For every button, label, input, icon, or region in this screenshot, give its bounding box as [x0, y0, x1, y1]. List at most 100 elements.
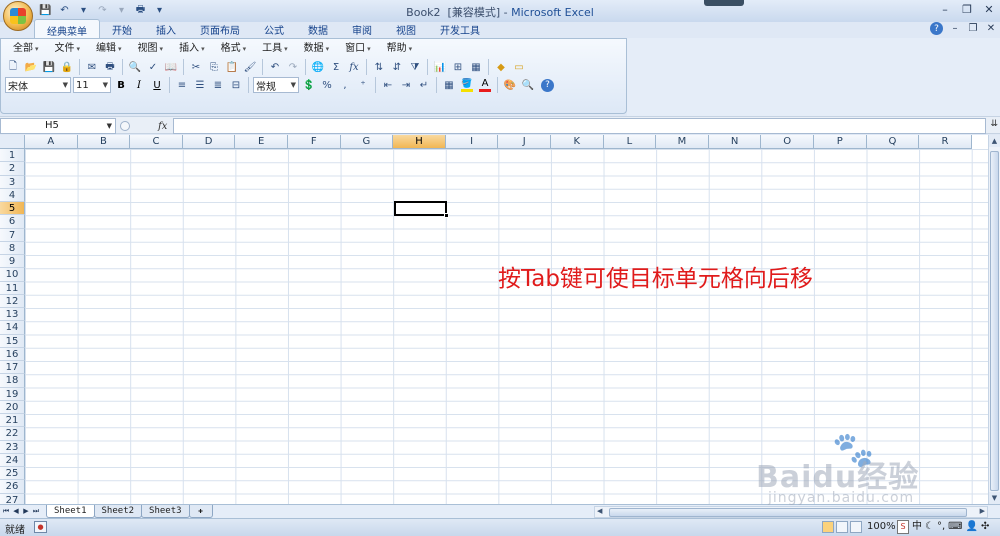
underline-button[interactable]: U [149, 77, 165, 93]
bold-button[interactable]: B [113, 77, 129, 93]
workbook-restore-icon[interactable]: ❐ [964, 21, 982, 36]
ime-person-icon[interactable]: 👤 [966, 520, 978, 534]
horizontal-scrollbar[interactable]: ◀ ▶ [594, 506, 988, 518]
menu-insert[interactable]: 插入 ▾ [171, 42, 213, 56]
menu-window[interactable]: 窗口 ▾ [337, 42, 379, 56]
menu-tools[interactable]: 工具 ▾ [254, 42, 296, 56]
scroll-down-icon[interactable]: ▼ [989, 492, 1000, 504]
tab-review[interactable]: 审阅 [340, 19, 384, 38]
formula-input[interactable] [173, 118, 986, 134]
row-header-11[interactable]: 11 [0, 281, 25, 295]
workbook-close-icon[interactable]: ✕ [982, 21, 1000, 36]
row-header-13[interactable]: 13 [0, 308, 25, 322]
normal-view-icon[interactable] [822, 521, 834, 533]
tab-insert[interactable]: 插入 [144, 19, 188, 38]
help-icon[interactable]: ? [930, 22, 943, 35]
email-icon[interactable]: ✉ [84, 59, 100, 75]
percent-button[interactable]: % [319, 77, 335, 93]
row-header-26[interactable]: 26 [0, 480, 25, 494]
tab-developer[interactable]: 开发工具 [428, 19, 492, 38]
row-header-5[interactable]: 5 [0, 202, 25, 216]
paste-icon[interactable]: 📋 [224, 59, 240, 75]
close-icon[interactable]: ✕ [978, 0, 1000, 18]
borders-icon[interactable]: ▦ [441, 77, 457, 93]
sheet-tab-sheet3[interactable]: Sheet3 [141, 505, 190, 518]
row-header-6[interactable]: 6 [0, 215, 25, 229]
column-header-o[interactable]: O [761, 135, 814, 149]
row-header-24[interactable]: 24 [0, 453, 25, 467]
column-header-h[interactable]: H [393, 135, 446, 149]
row-header-20[interactable]: 20 [0, 400, 25, 414]
wrap-text-icon[interactable]: ↵ [416, 77, 432, 93]
row-header-27[interactable]: 27 [0, 493, 25, 504]
row-header-7[interactable]: 7 [0, 228, 25, 242]
office-button[interactable] [3, 1, 33, 31]
row-header-9[interactable]: 9 [0, 255, 25, 269]
column-header-j[interactable]: J [498, 135, 551, 149]
menu-file[interactable]: 文件 ▾ [47, 42, 89, 56]
folder-icon[interactable]: ▭ [511, 59, 527, 75]
column-header-a[interactable]: A [25, 135, 78, 149]
row-header-1[interactable]: 1 [0, 149, 25, 163]
row-header-18[interactable]: 18 [0, 374, 25, 388]
name-box-dropdown-icon[interactable]: ▼ [107, 119, 112, 133]
page-break-view-icon[interactable] [850, 521, 862, 533]
insert-sheet-icon[interactable]: ✚ [188, 505, 213, 518]
table-icon[interactable]: ▦ [468, 59, 484, 75]
scroll-right-icon[interactable]: ▶ [980, 507, 985, 515]
undo-icon[interactable]: ↶ [267, 59, 283, 75]
column-header-r[interactable]: R [919, 135, 972, 149]
styles-icon[interactable]: 🎨 [502, 77, 518, 93]
row-header-22[interactable]: 22 [0, 427, 25, 441]
last-sheet-icon[interactable]: ⏭ [32, 506, 40, 517]
diamond-icon[interactable]: ◆ [493, 59, 509, 75]
column-header-p[interactable]: P [814, 135, 867, 149]
row-header-14[interactable]: 14 [0, 321, 25, 335]
ime-logo-icon[interactable]: S [897, 520, 909, 534]
column-header-m[interactable]: M [656, 135, 709, 149]
menu-help[interactable]: 帮助 ▾ [379, 42, 421, 56]
row-header-25[interactable]: 25 [0, 467, 25, 481]
row-header-12[interactable]: 12 [0, 294, 25, 308]
row-header-17[interactable]: 17 [0, 361, 25, 375]
active-cell-h5[interactable] [394, 201, 449, 218]
merge-center-icon[interactable]: ⊟ [228, 77, 244, 93]
zoom-icon[interactable]: 🔍 [520, 77, 536, 93]
save-icon[interactable]: 💾 [41, 59, 57, 75]
filter-icon[interactable]: ⧩ [407, 59, 423, 75]
align-right-icon[interactable]: ≣ [210, 77, 226, 93]
sort-ascending-icon[interactable]: ⇅ [371, 59, 387, 75]
column-header-e[interactable]: E [235, 135, 288, 149]
menu-all[interactable]: 全部 ▾ [5, 42, 47, 56]
minimize-icon[interactable]: – [934, 0, 956, 18]
copy-icon[interactable]: ⎘ [206, 59, 222, 75]
prev-sheet-icon[interactable]: ◀ [12, 506, 20, 517]
column-header-c[interactable]: C [130, 135, 183, 149]
hyperlink-icon[interactable]: 🌐 [310, 59, 326, 75]
first-sheet-icon[interactable]: ⏮ [2, 506, 10, 517]
row-header-10[interactable]: 10 [0, 268, 25, 282]
sort-descending-icon[interactable]: ⇵ [389, 59, 405, 75]
ime-chinese-toggle[interactable]: 中 [912, 520, 922, 534]
select-all-corner[interactable] [0, 135, 25, 149]
sheet-tab-sheet1[interactable]: Sheet1 [46, 505, 95, 518]
row-header-15[interactable]: 15 [0, 334, 25, 348]
sheet-tab-sheet2[interactable]: Sheet2 [93, 505, 143, 518]
menu-data[interactable]: 数据 ▾ [296, 42, 338, 56]
expand-formula-bar-icon[interactable]: ⇊ [990, 119, 998, 129]
permission-icon[interactable]: 🔒 [59, 59, 75, 75]
row-header-21[interactable]: 21 [0, 414, 25, 428]
chart-icon[interactable]: 📊 [432, 59, 448, 75]
ime-settings-icon[interactable]: ✣ [981, 520, 989, 534]
ime-punct-icon[interactable]: °, [937, 520, 945, 534]
currency-icon[interactable]: 💲 [301, 77, 317, 93]
ime-moon-icon[interactable]: ☾ [925, 520, 934, 534]
font-name-select[interactable]: 宋体 ▼ [5, 77, 71, 93]
spelling-icon[interactable]: ✓ [145, 59, 161, 75]
vertical-scrollbar[interactable]: ▲ ▼ [988, 135, 1000, 504]
open-icon[interactable]: 📂 [23, 59, 39, 75]
column-header-f[interactable]: F [288, 135, 341, 149]
row-header-8[interactable]: 8 [0, 241, 25, 255]
name-box[interactable]: H5 ▼ [0, 118, 116, 134]
research-icon[interactable]: 📖 [163, 59, 179, 75]
